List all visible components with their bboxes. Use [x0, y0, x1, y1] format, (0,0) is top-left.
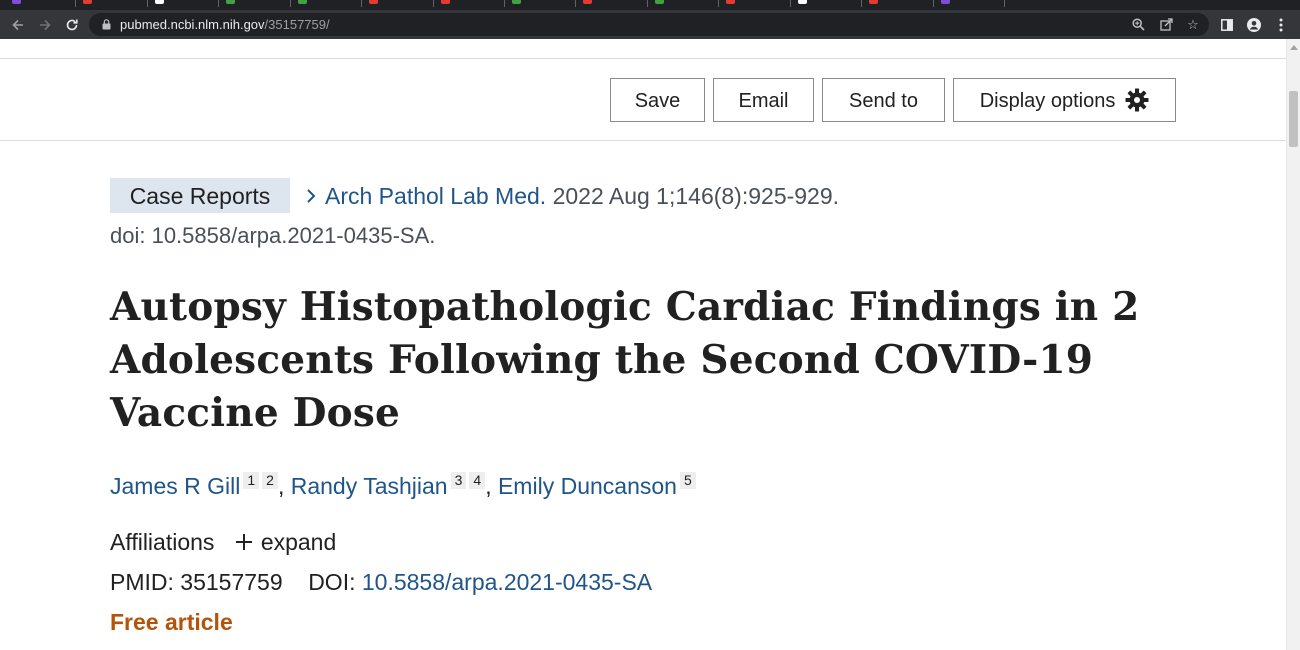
- tab-favicon[interactable]: [12, 0, 21, 4]
- reload-icon: [66, 19, 78, 31]
- citation-doi: doi: 10.5858/arpa.2021-0435-SA.: [110, 223, 436, 248]
- affiliation-ref[interactable]: 2: [262, 472, 278, 489]
- tab-favicon[interactable]: [654, 0, 664, 4]
- tab-separator: [932, 0, 934, 7]
- tab-separator: [718, 0, 720, 7]
- actionbar-divider: [0, 140, 1286, 141]
- lock-icon: [102, 19, 111, 30]
- affiliations-row: Affiliations expand: [110, 529, 336, 556]
- send-to-button[interactable]: Send to: [822, 78, 945, 122]
- tab-favicon[interactable]: [369, 0, 379, 4]
- forward-button[interactable]: [35, 15, 55, 35]
- plus-icon: [235, 534, 252, 551]
- article-title: Autopsy Histopathologic Cardiac Findings…: [110, 284, 1140, 436]
- affiliations-label: Affiliations: [110, 529, 215, 555]
- email-button[interactable]: Email: [713, 78, 814, 122]
- tab-separator: [789, 0, 791, 7]
- citation-line: Arch Pathol Lab Med. 2022 Aug 1;146(8):9…: [305, 178, 839, 213]
- pmid-value: 35157759: [180, 569, 283, 595]
- scroll-thumb[interactable]: [1289, 91, 1298, 147]
- journal-link[interactable]: Arch Pathol Lab Med.: [325, 183, 546, 209]
- tab-strip: [0, 0, 1300, 10]
- tab-favicon[interactable]: [83, 0, 93, 4]
- affiliation-ref[interactable]: 4: [469, 472, 486, 489]
- share-icon[interactable]: [1155, 13, 1177, 36]
- url-path: /35157759/: [264, 17, 330, 32]
- page-viewport: Save Email Send to Display options Case …: [0, 39, 1286, 650]
- save-button[interactable]: Save: [610, 78, 705, 122]
- page-scrollbar[interactable]: [1286, 39, 1300, 650]
- display-options-button[interactable]: Display options: [953, 78, 1176, 122]
- tab-favicon[interactable]: [797, 0, 807, 4]
- tab-favicon[interactable]: [226, 0, 236, 4]
- chevron-right-icon: [307, 189, 316, 203]
- tab-favicon[interactable]: [869, 0, 879, 4]
- url-text[interactable]: pubmed.ncbi.nlm.nih.gov/35157759/: [120, 13, 330, 36]
- tab-favicon[interactable]: [726, 0, 736, 4]
- free-article-label: Free article: [110, 609, 233, 635]
- pmid-label: PMID:: [110, 569, 174, 595]
- tab-separator: [432, 0, 434, 7]
- tab-separator: [146, 0, 148, 7]
- tab-separator: [646, 0, 648, 7]
- side-panel-icon[interactable]: [1216, 14, 1238, 36]
- author-link[interactable]: Emily Duncanson: [498, 473, 677, 499]
- author-link[interactable]: Randy Tashjian: [291, 473, 448, 499]
- tab-separator: [861, 0, 863, 7]
- tab-separator: [289, 0, 291, 7]
- expand-affiliations-button[interactable]: expand: [235, 529, 336, 555]
- browser-toolbar: pubmed.ncbi.nlm.nih.gov/35157759/ ☆: [0, 10, 1300, 39]
- doi-label: DOI:: [308, 569, 356, 595]
- doi-link[interactable]: 10.5858/arpa.2021-0435-SA: [362, 569, 652, 595]
- tab-favicon[interactable]: [440, 0, 450, 4]
- affiliation-ref[interactable]: 5: [679, 472, 696, 489]
- tab-favicon[interactable]: [583, 0, 593, 4]
- tab-separator: [1004, 0, 1005, 7]
- expand-label: expand: [260, 529, 337, 555]
- address-bar[interactable]: pubmed.ncbi.nlm.nih.gov/35157759/ ☆: [89, 13, 1209, 36]
- tab-separator: [218, 0, 220, 7]
- tab-favicon[interactable]: [940, 0, 950, 4]
- tab-separator: [504, 0, 505, 7]
- author-list: James R Gill 1 2, Randy Tashjian 3 4, Emily …: [110, 472, 696, 500]
- header-divider: [0, 58, 1286, 59]
- display-options-label: Display options: [979, 90, 1116, 112]
- arrow-left-icon: [12, 19, 23, 31]
- tab-separator: [75, 0, 77, 7]
- url-host: pubmed.ncbi.nlm.nih.gov: [120, 17, 265, 32]
- publication-type-badge: Case Reports: [110, 178, 290, 213]
- back-button[interactable]: [8, 15, 28, 35]
- affiliation-ref[interactable]: 1: [243, 472, 260, 489]
- tab-separator: [361, 0, 363, 7]
- gear-icon: [1125, 88, 1149, 112]
- zoom-icon[interactable]: [1127, 13, 1149, 36]
- profile-icon[interactable]: [1243, 14, 1265, 36]
- bookmark-star-icon[interactable]: ☆: [1182, 13, 1204, 36]
- affiliation-ref[interactable]: 3: [450, 472, 467, 489]
- more-menu-icon[interactable]: [1270, 14, 1292, 36]
- tab-favicon[interactable]: [297, 0, 307, 4]
- scroll-up-arrow[interactable]: [1290, 45, 1298, 50]
- arrow-right-icon: [40, 19, 51, 31]
- citation-details: 2022 Aug 1;146(8):925-929.: [552, 183, 840, 209]
- tab-favicon[interactable]: [512, 0, 521, 4]
- author-link[interactable]: James R Gill: [110, 473, 240, 499]
- tab-separator: [575, 0, 577, 7]
- tab-favicon[interactable]: [154, 0, 164, 4]
- reload-button[interactable]: [62, 15, 82, 35]
- identifiers-row: PMID: 35157759 DOI: 10.5858/arpa.2021-04…: [110, 569, 652, 596]
